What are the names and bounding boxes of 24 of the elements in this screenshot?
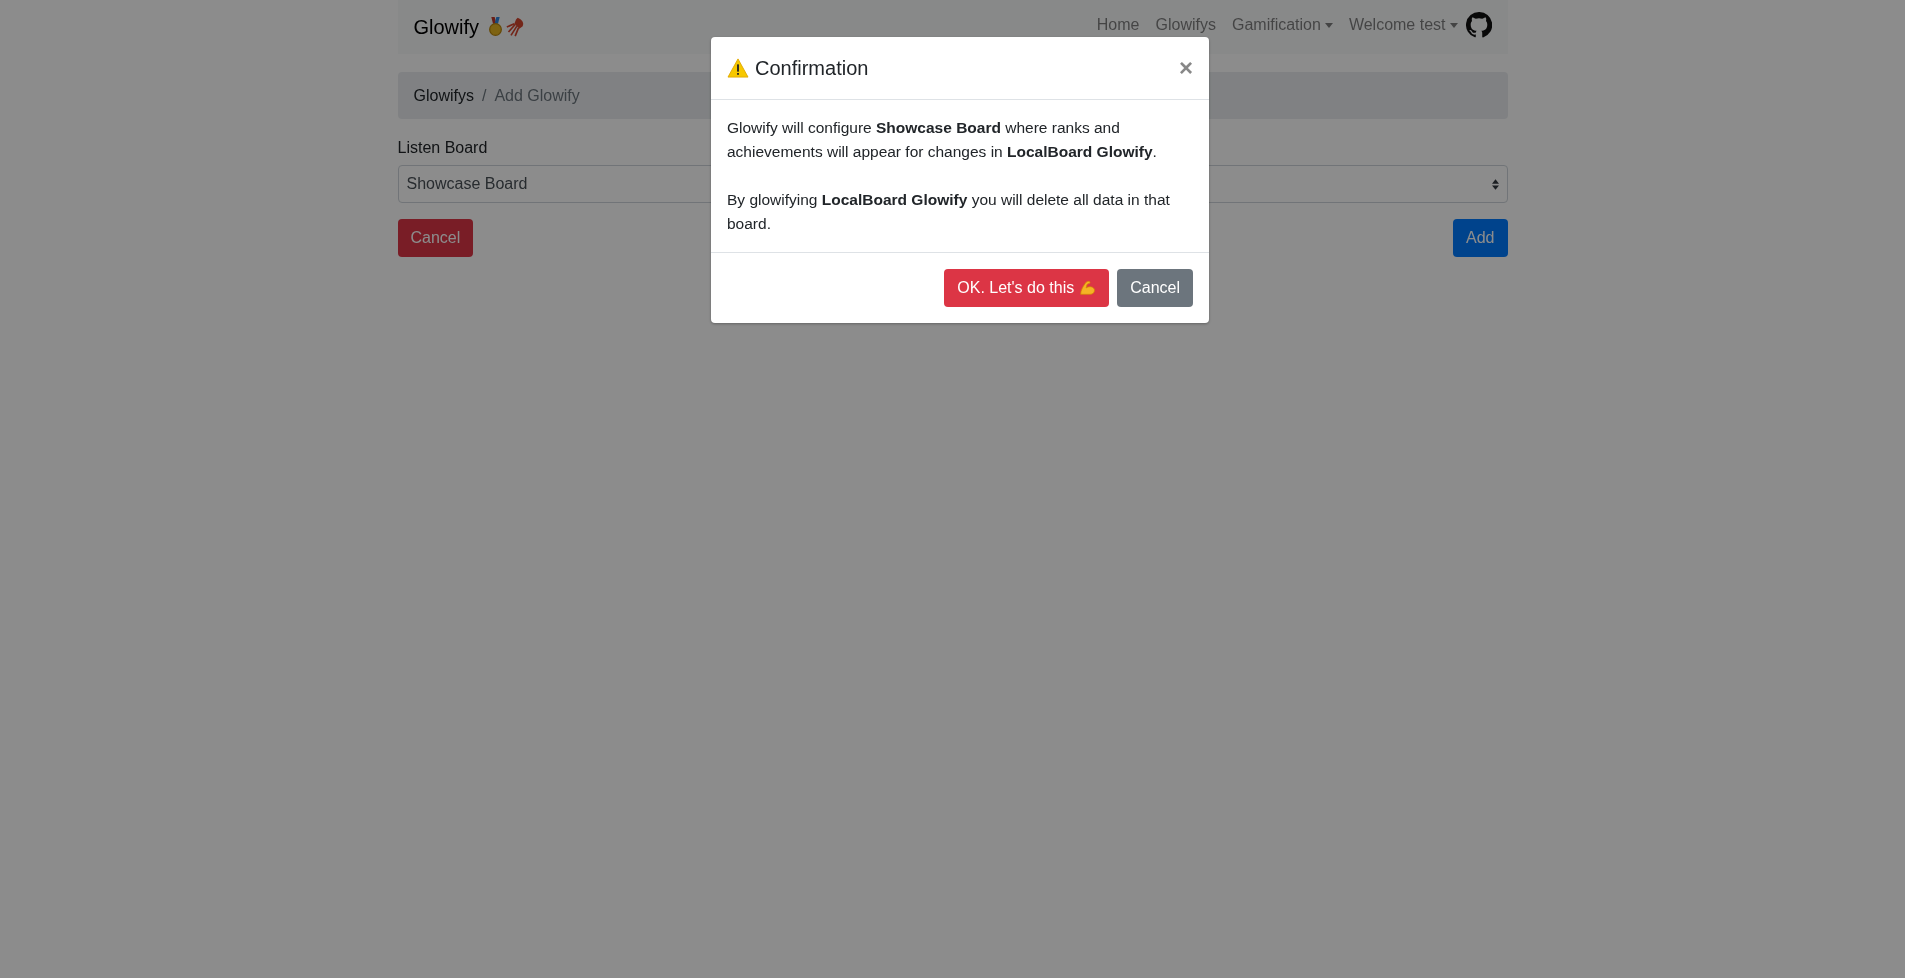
dialog-message: By glowifying LocalBoard Glowify you will delete all data in that board. (727, 190, 1171, 234)
field-label: Listen Board (397, 139, 488, 157)
breadcrumb-current: Add Glowify (494, 86, 580, 105)
warning-icon (727, 58, 749, 78)
caret-icon (1449, 22, 1458, 28)
logo-icon[interactable] (1465, 12, 1492, 38)
confirm-button[interactable]: OK. Let's do this (944, 269, 1110, 307)
dialog-title: Confirmation (755, 56, 870, 81)
dialog-message: Glowify will configure Showcase Board where ranks and achievements will appear for changes in LocalBoard Glowify. (727, 118, 1158, 162)
dropdown-toggle[interactable]: Gamification (1223, 16, 1341, 34)
dropdown-toggle[interactable]: Welcome test (1340, 16, 1466, 34)
cancel-button[interactable]: Cancel (1117, 269, 1193, 307)
caret-icon (1324, 22, 1333, 28)
medal-icon (487, 17, 505, 37)
breadcrumb-link[interactable]: Glowifys (413, 86, 474, 105)
cancel-button[interactable]: Cancel (397, 219, 474, 257)
select-arrows-icon (1491, 178, 1499, 190)
nav-link[interactable]: Glowifys (1147, 16, 1224, 34)
flexed-arm-icon (1078, 279, 1097, 297)
breadcrumb-separator: / (480, 86, 488, 105)
brand-link[interactable]: Glowify (413, 15, 480, 39)
nav-link[interactable]: Home (1088, 16, 1148, 34)
close-button[interactable]: × (1179, 56, 1193, 80)
add-button[interactable]: Add (1453, 219, 1508, 257)
